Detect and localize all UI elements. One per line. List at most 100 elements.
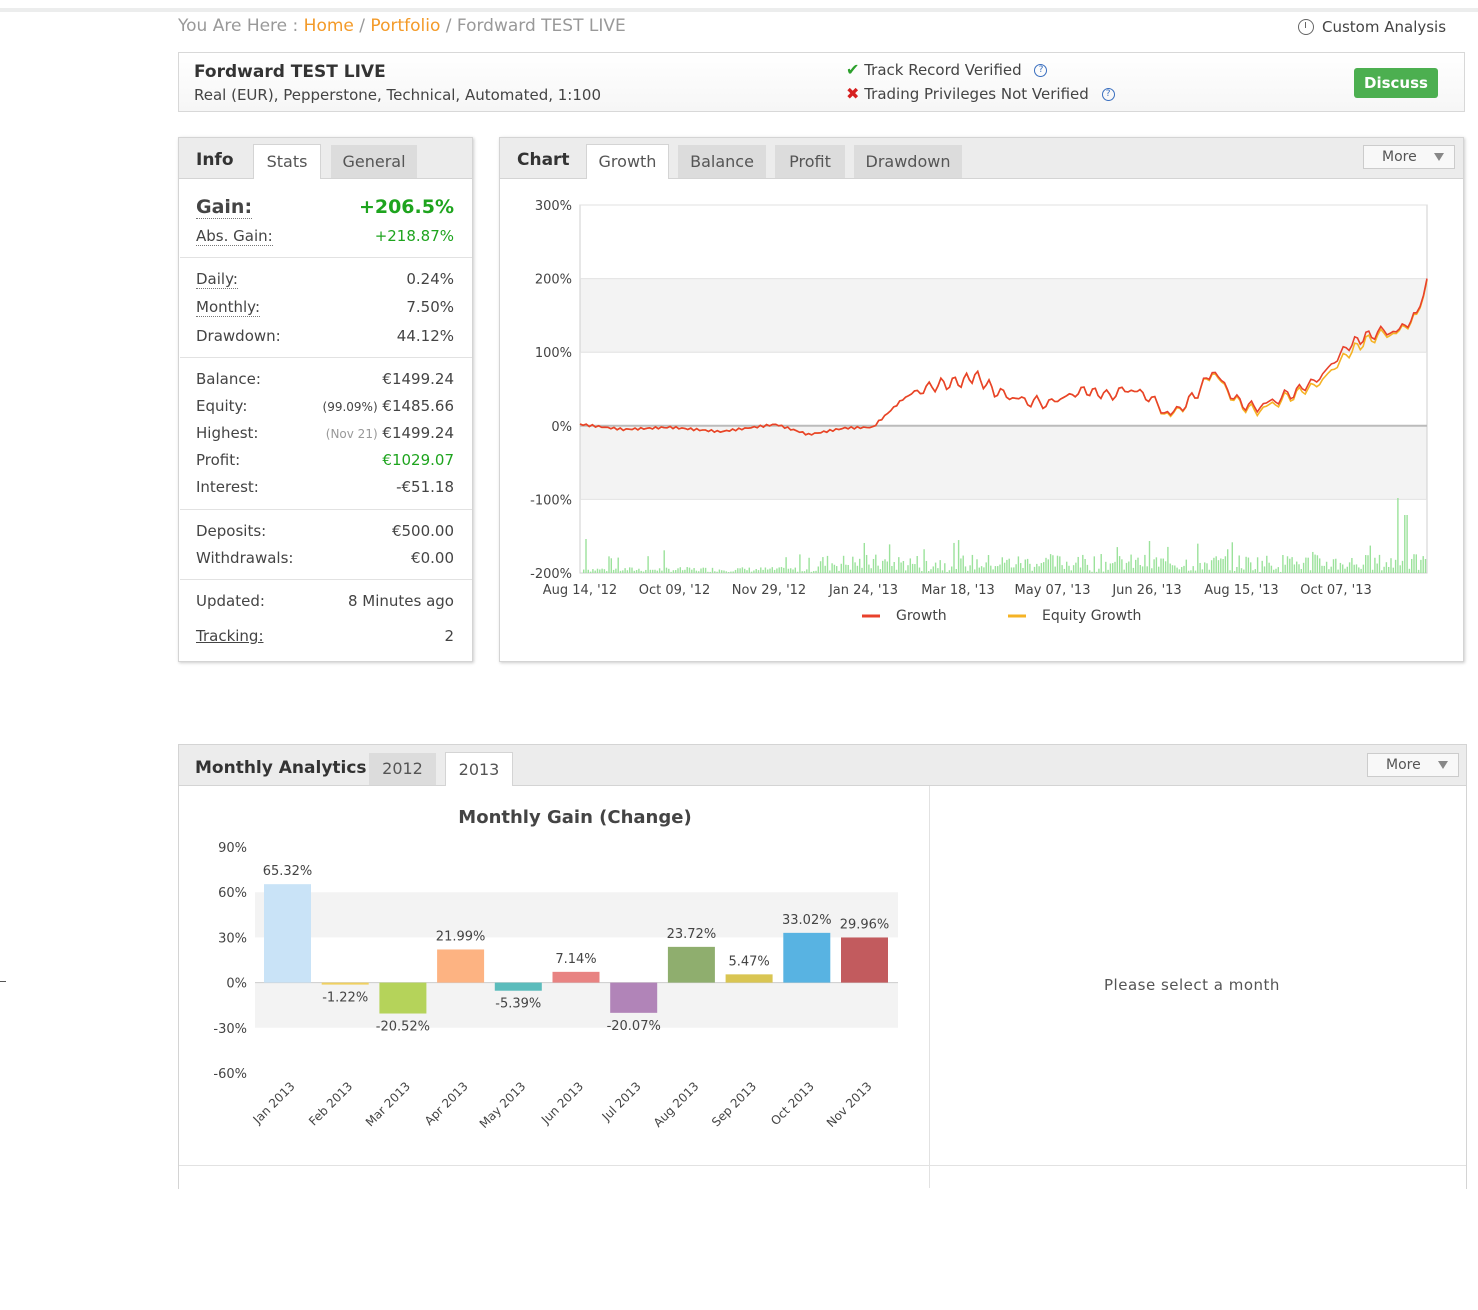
volume-bar [684, 569, 686, 573]
volume-bar [918, 567, 921, 573]
volume-bar [778, 567, 780, 573]
volume-bar [1075, 562, 1077, 573]
volume-bar [1374, 557, 1376, 573]
volume-bar [1213, 557, 1215, 573]
growth-chart: 300% 200% 100% 0% -100% -200%Aug 14, '12 Oct 0… [530, 199, 1428, 624]
volume-bar [675, 570, 677, 573]
divider [180, 357, 472, 358]
volume-bar [1095, 571, 1098, 573]
breadcrumb-prefix: You Are Here : [178, 16, 304, 36]
volume-bar [603, 569, 606, 573]
data-label: -1.22% [322, 990, 368, 1005]
interest-label: Interest: [196, 478, 259, 496]
volume-bar [801, 571, 803, 573]
volume-bar [640, 570, 642, 573]
volume-bar [1169, 563, 1171, 573]
volume-bar [888, 544, 891, 573]
volume-bar [587, 569, 589, 573]
volume-bar [962, 555, 964, 573]
monthly-chart-title: Monthly Gain (Change) [458, 807, 691, 828]
trading-privileges-label: Trading Privileges Not Verified [864, 85, 1089, 103]
chart-more-button[interactable]: More [1363, 145, 1455, 169]
volume-bar [681, 570, 684, 573]
daily-value: 0.24% [406, 270, 454, 288]
volume-bar [852, 556, 854, 573]
volume-bar [808, 557, 810, 573]
volume-bar [1121, 559, 1123, 573]
volume-bar [863, 542, 865, 573]
breadcrumb-portfolio-link[interactable]: Portfolio [370, 16, 440, 36]
discuss-button[interactable]: Discuss [1354, 68, 1438, 98]
volume-bar [976, 559, 978, 573]
help-icon[interactable]: ? [1101, 88, 1115, 101]
volume-bar [1300, 568, 1302, 573]
volume-bar [937, 568, 939, 573]
bar-feb-2013 [321, 982, 369, 985]
volume-bar [960, 558, 962, 573]
help-icon[interactable]: ? [1034, 64, 1048, 77]
y-tick-label: 0% [226, 977, 247, 992]
volume-bar [1194, 570, 1197, 573]
updated-label: Updated: [196, 592, 265, 610]
breadcrumb-home-link[interactable]: Home [304, 16, 354, 36]
deposits-value: €500.00 [391, 522, 454, 540]
tab-balance[interactable]: Balance [678, 145, 766, 178]
volume-bar [1256, 557, 1259, 573]
volume-bar [645, 569, 647, 573]
tab-2013[interactable]: 2013 [445, 752, 513, 786]
volume-bar [1319, 558, 1321, 573]
volume-bar [737, 568, 739, 573]
volume-bar [1399, 565, 1401, 573]
monthly-more-button[interactable]: More [1367, 753, 1459, 777]
volume-bar [1144, 554, 1146, 573]
volume-bar [1275, 568, 1277, 573]
volume-bar [1422, 556, 1424, 573]
volume-bar [755, 568, 757, 573]
volume-bar [934, 562, 937, 573]
account-details: Real (EUR), Pepperstone, Technical, Auto… [194, 86, 601, 104]
volume-bar [815, 570, 817, 573]
y-tick-label: 100% [535, 346, 572, 361]
volume-bar [1190, 570, 1192, 573]
volume-bar [716, 571, 718, 573]
volume-bar [599, 569, 601, 573]
tab-info[interactable]: Info [196, 150, 234, 170]
volume-bar [1040, 563, 1043, 573]
x-tick-label: Aug 15, '13 [1204, 583, 1278, 598]
volume-bar [898, 557, 900, 573]
volume-bar [1130, 554, 1132, 573]
tracking-link[interactable]: Tracking: [196, 627, 264, 645]
volume-bar [1371, 569, 1374, 573]
volume-bar [1321, 565, 1323, 573]
volume-bar [654, 569, 656, 573]
volume-bar [1197, 543, 1199, 573]
tab-growth[interactable]: Growth [586, 144, 669, 179]
volume-bar [668, 568, 670, 573]
more-label: More [1382, 149, 1417, 165]
volume-bar [679, 567, 681, 573]
volume-bar [859, 558, 861, 573]
volume-bar [727, 571, 730, 573]
custom-analysis-link[interactable]: Custom Analysis [1298, 18, 1446, 36]
volume-bar [1052, 555, 1054, 573]
tab-general[interactable]: General [331, 145, 417, 178]
volume-bar [1135, 559, 1137, 573]
tab-drawdown[interactable]: Drawdown [854, 145, 962, 178]
x-tick-label: Jan 24, '13 [828, 583, 898, 598]
tab-stats[interactable]: Stats [253, 144, 321, 179]
volume-bar [969, 565, 971, 573]
volume-bar [1358, 567, 1360, 573]
volume-bar [1236, 566, 1238, 573]
volume-bar [946, 571, 948, 573]
volume-bar [652, 569, 654, 573]
volume-bar [1132, 567, 1135, 573]
volume-bar [939, 560, 941, 573]
volume-bar [780, 567, 783, 573]
tab-2012[interactable]: 2012 [369, 753, 436, 785]
volume-bar [629, 567, 631, 573]
y-tick-label: -60% [213, 1067, 247, 1082]
tab-profit[interactable]: Profit [775, 145, 845, 178]
volume-bar [677, 568, 679, 573]
volume-bar [1160, 558, 1162, 573]
volume-bar [849, 569, 852, 573]
